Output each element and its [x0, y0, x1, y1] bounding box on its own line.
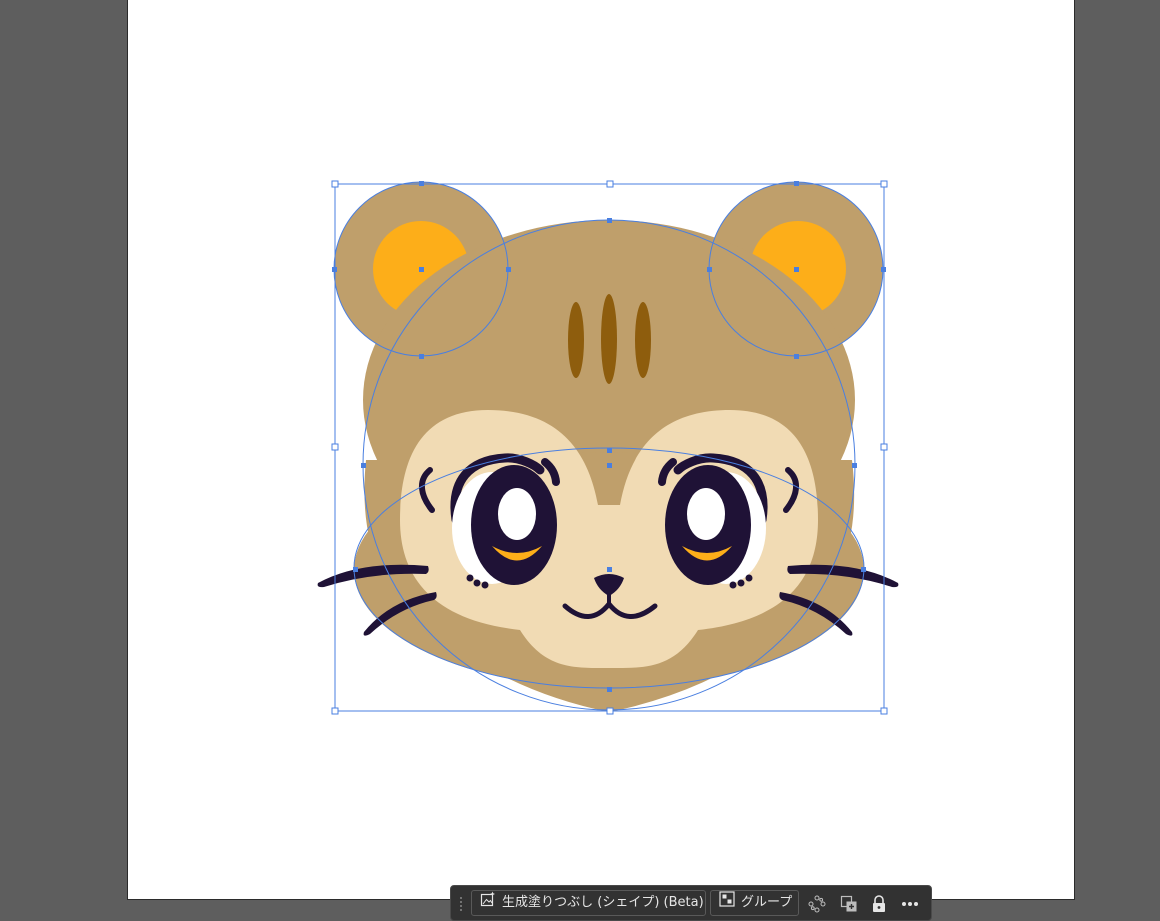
generative-fill-label: 生成塗りつぶし (シェイプ) (Beta) [502, 895, 704, 910]
recolor-icon[interactable] [807, 894, 827, 914]
group-button[interactable]: グループ [710, 890, 799, 916]
generative-fill-button[interactable]: 生成塗りつぶし (シェイプ) (Beta) [471, 890, 706, 916]
artwork-canvas[interactable] [0, 0, 1160, 921]
generative-fill-icon [480, 891, 496, 916]
lock-icon[interactable] [869, 894, 889, 914]
group-icon [719, 890, 735, 916]
group-label: グループ [741, 895, 793, 910]
drag-handle[interactable] [459, 896, 463, 912]
contextual-taskbar[interactable]: 生成塗りつぶし (シェイプ) (Beta) グループ [450, 885, 932, 921]
duplicate-icon[interactable] [839, 894, 859, 914]
more-options-icon[interactable] [900, 894, 920, 914]
